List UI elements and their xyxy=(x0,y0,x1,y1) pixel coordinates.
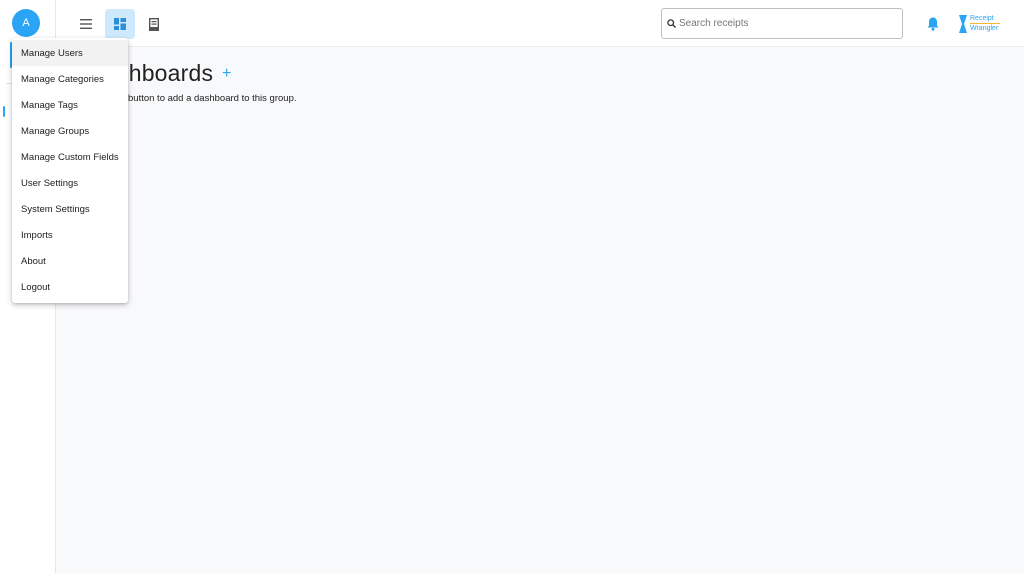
receipt-icon xyxy=(149,17,159,31)
menu-item-manage-groups[interactable]: Manage Groups xyxy=(12,118,128,144)
user-avatar[interactable]: A xyxy=(12,9,40,37)
top-bar: Receipt Wrangler xyxy=(56,0,1024,47)
search-icon xyxy=(667,19,676,28)
menu-item-manage-categories[interactable]: Manage Categories xyxy=(12,66,128,92)
menu-item-label: Manage Users xyxy=(21,47,83,59)
menu-item-label: Manage Groups xyxy=(21,125,90,137)
search-input[interactable] xyxy=(679,18,894,29)
bell-icon xyxy=(927,17,939,31)
hamburger-menu-button[interactable] xyxy=(71,9,101,39)
logo-mark-icon xyxy=(959,15,967,33)
menu-item-label: Imports xyxy=(21,229,53,241)
menu-item-manage-custom-fields[interactable]: Manage Custom Fields xyxy=(12,144,128,170)
app-logo[interactable]: Receipt Wrangler xyxy=(958,13,1008,35)
rail-selection-indicator xyxy=(3,106,5,117)
logo-line-1: Receipt xyxy=(970,15,994,22)
search-box[interactable] xyxy=(661,8,903,39)
menu-item-system-settings[interactable]: System Settings xyxy=(12,196,128,222)
menu-item-label: System Settings xyxy=(21,203,90,215)
menu-item-label: Logout xyxy=(21,281,51,293)
helper-text: button to add a dashboard to this group. xyxy=(128,93,297,104)
user-menu: Manage Users Manage Categories Manage Ta… xyxy=(12,38,128,303)
notifications-button[interactable] xyxy=(926,16,940,32)
dashboard-button[interactable] xyxy=(105,9,135,39)
menu-item-label: About xyxy=(21,255,46,267)
logo-text: Receipt Wrangler xyxy=(970,14,1000,33)
menu-item-label: User Settings xyxy=(21,177,79,189)
menu-item-manage-users[interactable]: Manage Users xyxy=(12,40,128,66)
receipts-button[interactable] xyxy=(139,9,169,39)
add-dashboard-button[interactable]: + xyxy=(222,65,231,83)
avatar-initial: A xyxy=(22,17,30,29)
menu-item-label: Manage Tags xyxy=(21,99,78,111)
menu-item-user-settings[interactable]: User Settings xyxy=(12,170,128,196)
menu-item-label: Manage Custom Fields xyxy=(21,151,119,163)
menu-item-logout[interactable]: Logout xyxy=(12,274,128,300)
menu-item-manage-tags[interactable]: Manage Tags xyxy=(12,92,128,118)
menu-item-about[interactable]: About xyxy=(12,248,128,274)
logo-line-2: Wrangler xyxy=(970,25,999,32)
hamburger-icon xyxy=(80,19,92,29)
dashboard-grid-icon xyxy=(114,18,126,30)
menu-item-imports[interactable]: Imports xyxy=(12,222,128,248)
menu-item-label: Manage Categories xyxy=(21,73,104,85)
page-title: shboards xyxy=(117,60,214,86)
